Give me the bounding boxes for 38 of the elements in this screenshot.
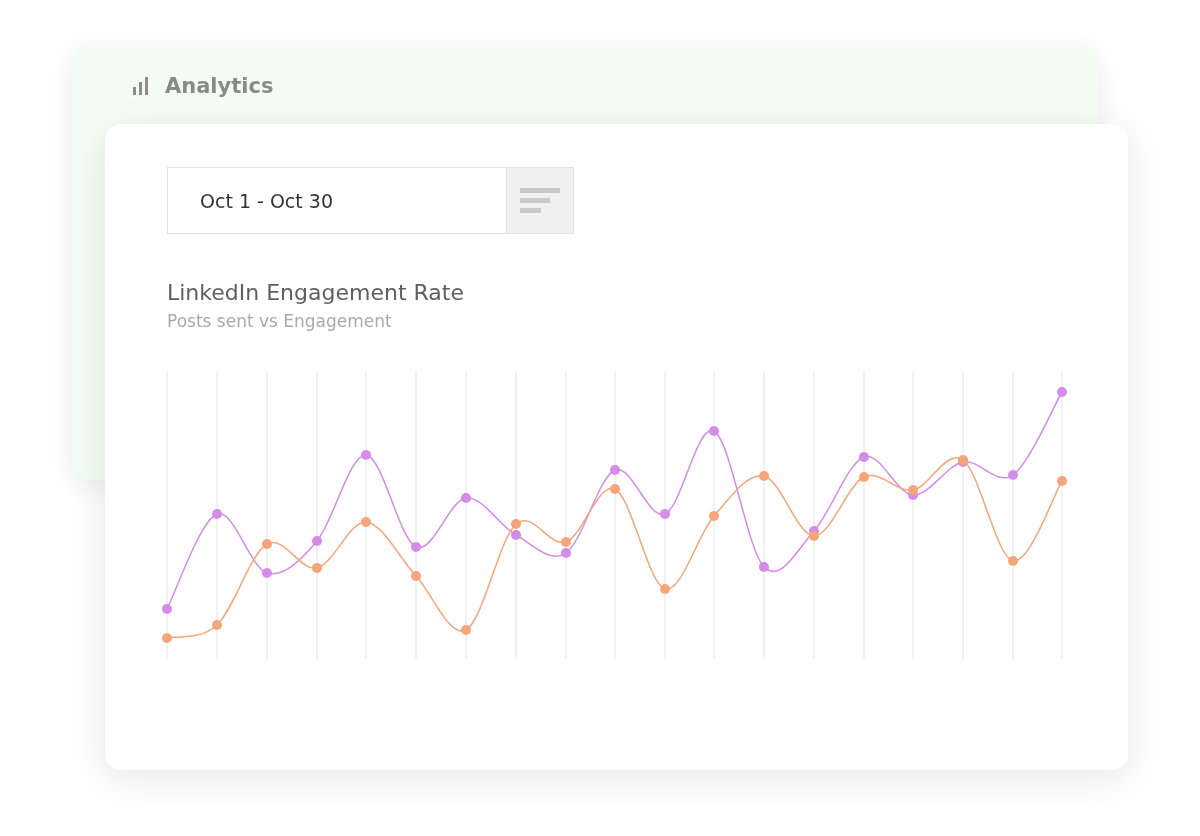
data-point bbox=[262, 539, 272, 549]
section-title: Analytics bbox=[165, 74, 274, 98]
data-point bbox=[361, 450, 371, 460]
data-point bbox=[1008, 470, 1018, 480]
data-point bbox=[511, 519, 521, 529]
chart-subtitle: Posts sent vs Engagement bbox=[167, 311, 393, 331]
data-point bbox=[212, 509, 222, 519]
data-point bbox=[312, 563, 322, 573]
data-point bbox=[1057, 476, 1067, 486]
data-point bbox=[709, 511, 719, 521]
bar-chart-icon bbox=[133, 77, 149, 95]
data-point bbox=[561, 548, 571, 558]
data-point bbox=[809, 531, 819, 541]
data-point bbox=[212, 620, 222, 630]
data-point bbox=[461, 493, 471, 503]
data-point bbox=[361, 517, 371, 527]
data-point bbox=[1057, 387, 1067, 397]
data-point bbox=[1008, 556, 1018, 566]
data-point bbox=[908, 485, 918, 495]
data-point bbox=[262, 568, 272, 578]
data-point bbox=[660, 584, 670, 594]
data-point bbox=[709, 426, 719, 436]
data-point bbox=[859, 472, 869, 482]
data-point bbox=[610, 484, 620, 494]
data-point bbox=[561, 537, 571, 547]
data-point bbox=[610, 465, 620, 475]
chart-title: LinkedIn Engagement Rate bbox=[167, 280, 465, 305]
data-point bbox=[511, 530, 521, 540]
data-point bbox=[461, 625, 471, 635]
data-point bbox=[162, 633, 172, 643]
data-point bbox=[312, 536, 322, 546]
data-point bbox=[859, 452, 869, 462]
data-point bbox=[411, 542, 421, 552]
data-point bbox=[759, 471, 769, 481]
data-point bbox=[411, 571, 421, 581]
data-point bbox=[660, 509, 670, 519]
data-point bbox=[759, 562, 769, 572]
data-point bbox=[162, 604, 172, 614]
